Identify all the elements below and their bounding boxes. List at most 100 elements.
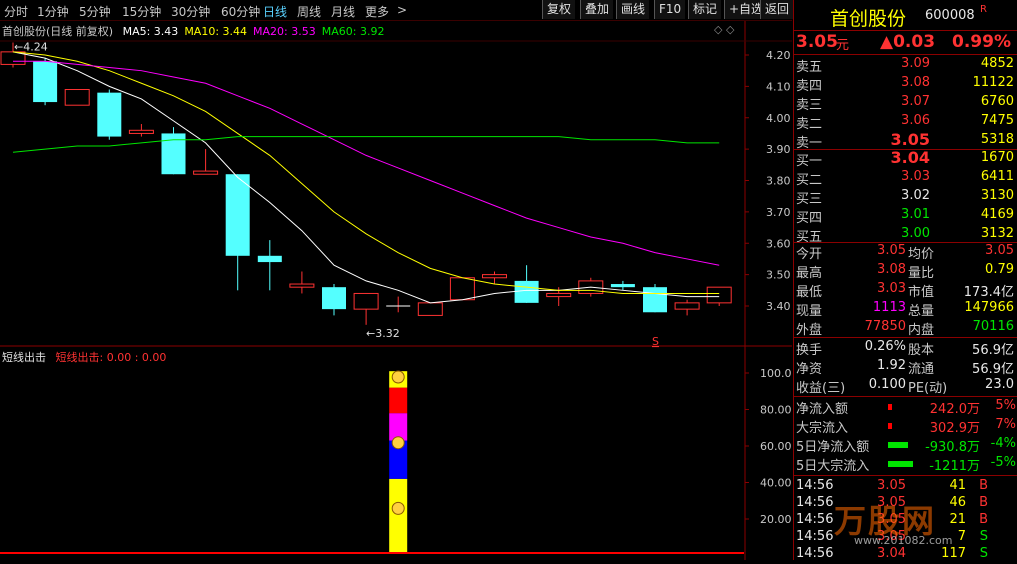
candle-body-7: [225, 174, 250, 256]
ind-tick-label-0: 100.0: [760, 367, 792, 380]
tick-vol-4: 117: [941, 546, 966, 561]
stat2-row-0: 换手 0.26% 股本 56.9亿: [794, 339, 1017, 358]
candle-body-21: [674, 302, 700, 310]
buy-price-0: 3.04: [890, 148, 930, 167]
y-tick-label-8: 3.40: [766, 300, 791, 313]
tick-side-4: S: [979, 546, 988, 561]
stat-label-b-3: 总量: [908, 304, 935, 319]
flow-label-0: 净流入额: [796, 402, 849, 417]
bag-icon-top: [391, 370, 405, 384]
period-2[interactable]: 5分钟: [79, 3, 111, 20]
flow-row-0: 净流入额 242.0万 5%: [794, 398, 1017, 417]
watermark-url: www.201082.com: [854, 534, 953, 547]
flow-row-1: 大宗流入 302.9万 7%: [794, 417, 1017, 436]
period-4[interactable]: 30分钟: [171, 3, 210, 20]
flow-label-3: 5日大宗流入: [796, 459, 870, 474]
candle-body-19: [610, 284, 635, 288]
sell-vol-0: 4852: [980, 56, 1014, 71]
stat-row-2: 最低 3.03 市值 173.4亿: [794, 281, 1017, 300]
buy-vol-1: 6411: [980, 169, 1014, 184]
candle-body-20: [643, 287, 667, 313]
y-tick-label-6: 3.60: [766, 237, 791, 250]
buy-vol-2: 3130: [980, 188, 1014, 203]
stock-header: 首创股份 600008 R: [794, 4, 1017, 30]
stat2-label-a-1: 净资: [796, 362, 823, 377]
kline-chart[interactable]: 4.20 4.10 4.00 3.90 3.80 3.70 3.60 3.50 3.40 ←4.2…: [0, 21, 792, 560]
flow-pct-2: -4%: [990, 436, 1016, 451]
flow-label-1: 大宗流入: [796, 421, 849, 436]
period-3[interactable]: 15分钟: [122, 3, 161, 20]
sell-row-1: 卖四 3.08 11122: [794, 75, 1017, 94]
period-0[interactable]: 分时: [4, 3, 28, 20]
period-9[interactable]: 更多: [365, 3, 389, 20]
flow-pct-3: -5%: [990, 455, 1016, 470]
stat-label-a-1: 最高: [796, 266, 823, 281]
y-tick-label-0: 4.20: [766, 49, 791, 62]
ma-line-ma20: [13, 60, 720, 266]
stat-value-b-4: 70116: [972, 319, 1014, 334]
buy-label-3: 买四: [796, 211, 823, 226]
tick-row-0: 14:56 3.05 41 B: [794, 478, 1017, 496]
sell-price-2: 3.07: [901, 94, 930, 109]
tick-side-2: B: [979, 512, 988, 527]
bag-icon-low: [391, 501, 405, 515]
stat-value-a-0: 3.05: [877, 243, 906, 258]
tick-time-3: 14:56: [796, 529, 834, 544]
toolbar-button-6[interactable]: 返回: [760, 0, 794, 19]
toolbar-button-4[interactable]: 标记: [688, 0, 722, 19]
more-arrow-icon[interactable]: >: [397, 3, 407, 17]
buy-label-2: 买三: [796, 192, 823, 207]
indicator-title: 短线出击: [2, 351, 46, 364]
stat2-value-a-2: 0.100: [868, 377, 906, 392]
toolbar-button-0[interactable]: 复权: [542, 0, 576, 19]
stat-value-b-3: 147966: [964, 300, 1014, 315]
ma-line-ma10: [12, 51, 720, 294]
high-marker: ←4.24: [14, 41, 48, 54]
stat-label-a-2: 最低: [796, 285, 823, 300]
sell-vol-1: 11122: [972, 75, 1014, 90]
stat2-label-b-1: 流通: [908, 362, 935, 377]
stat-row-0: 今开 3.05 均价 3.05: [794, 243, 1017, 262]
sell-label-2: 卖三: [796, 98, 823, 113]
flow-label-2: 5日净流入额: [796, 440, 870, 455]
price-row: 3.05 元 ▲0.03 0.99%: [794, 32, 1017, 54]
tick-side-1: B: [979, 495, 988, 510]
price-change: ▲0.03: [880, 32, 936, 52]
toolbar-button-3[interactable]: F10: [654, 0, 686, 19]
candle-body-4: [128, 129, 154, 134]
candle-body-8: [257, 255, 282, 263]
stat2-value-b-2: 23.0: [985, 377, 1014, 392]
sell-price-3: 3.06: [901, 113, 930, 128]
s-marker: S: [652, 335, 659, 348]
buy-price-3: 3.01: [901, 207, 930, 222]
buy-row-1: 买二 3.03 6411: [794, 169, 1017, 188]
period-toolbar: 分时 1分钟 5分钟 15分钟 30分钟 60分钟 日线 周线 月线 更多 > 复权 叠加 画线 F10 标记…: [0, 0, 794, 21]
stat2-label-a-0: 换手: [796, 343, 823, 358]
period-6[interactable]: 日线: [263, 3, 287, 20]
flow-bar-1: [888, 423, 892, 429]
buy-label-1: 买二: [796, 173, 823, 188]
candle-body-6: [193, 170, 219, 175]
ind-tick-label-1: 80.00: [760, 404, 792, 417]
r-mark: R: [980, 4, 987, 15]
y-tick-label-1: 4.10: [766, 80, 791, 93]
ind-tick-label-4: 20.00: [760, 513, 792, 526]
period-1[interactable]: 1分钟: [37, 3, 69, 20]
sell-row-2: 卖三 3.07 6760: [794, 94, 1017, 113]
period-5[interactable]: 60分钟: [221, 3, 260, 20]
sell-label-3: 卖二: [796, 117, 823, 132]
period-8[interactable]: 月线: [331, 3, 355, 20]
period-7[interactable]: 周线: [297, 3, 321, 20]
stat-label-a-4: 外盘: [796, 323, 823, 338]
tick-time-1: 14:56: [796, 495, 834, 510]
candle-body-15: [482, 274, 507, 279]
toolbar-button-2[interactable]: 画线: [616, 0, 650, 19]
candle-body-22: [706, 286, 732, 304]
stat-value-a-3: 1113: [872, 300, 906, 315]
bag-icon-mid: [391, 436, 405, 450]
stat-row-3: 现量 1113 总量 147966: [794, 300, 1017, 319]
toolbar-button-1[interactable]: 叠加: [580, 0, 614, 19]
stat-value-b-1: 0.79: [985, 262, 1014, 277]
tick-price-4: 3.04: [877, 546, 906, 561]
buy-row-2: 买三 3.02 3130: [794, 188, 1017, 207]
